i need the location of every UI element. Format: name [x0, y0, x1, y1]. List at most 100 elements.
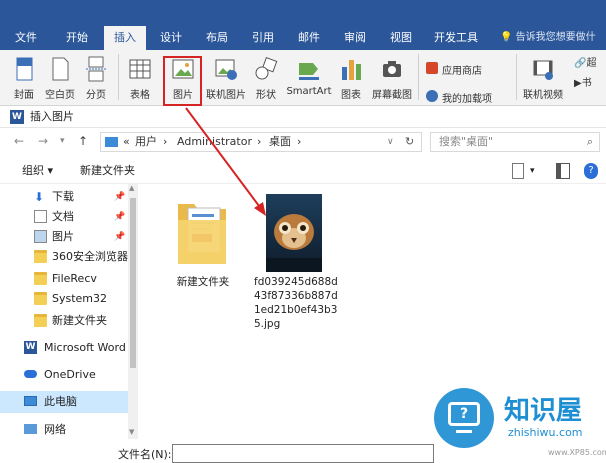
file-name-label: 文件名(N):	[118, 448, 172, 461]
large-folder-icon	[178, 204, 226, 264]
nav-item-new-folder[interactable]: 新建文件夹	[0, 310, 128, 332]
tab-home[interactable]: 开始	[54, 26, 100, 50]
pin-icon[interactable]: 📌	[114, 226, 125, 248]
pin-icon[interactable]: 📌	[114, 186, 125, 208]
nav-item-360-browser[interactable]: 360安全浏览器下	[0, 246, 128, 268]
tab-layout[interactable]: 布局	[196, 26, 238, 50]
shapes-button[interactable]: 形状	[248, 50, 284, 102]
shapes-icon	[255, 57, 278, 80]
folder-icon	[34, 272, 47, 285]
link-button[interactable]: 🔗超	[574, 54, 606, 72]
tab-insert[interactable]: 插入	[104, 26, 146, 51]
nav-item-microsoft-word[interactable]: W Microsoft Word	[0, 337, 128, 359]
breadcrumb-desktop[interactable]: 桌面	[269, 133, 291, 151]
breadcrumb-separator: ›	[163, 135, 168, 148]
recent-dropdown-icon[interactable]: ▾	[60, 136, 65, 146]
nav-item-filerecv[interactable]: FileRecv	[0, 268, 128, 290]
nav-item-network[interactable]: 网络	[0, 419, 128, 441]
breadcrumb-users[interactable]: 用户	[135, 133, 157, 151]
this-pc-icon	[24, 396, 37, 406]
cover-page-button[interactable]: 封面	[4, 50, 44, 102]
breadcrumb-separator: ›	[297, 135, 302, 148]
refresh-icon[interactable]: ↻	[405, 133, 414, 151]
search-box[interactable]: 搜索"桌面" ⌕	[430, 132, 600, 152]
tab-mailings[interactable]: 邮件	[288, 26, 330, 50]
nav-item-system32[interactable]: System32	[0, 288, 128, 310]
tell-me-box[interactable]: 💡 告诉我您想要做什	[500, 26, 596, 50]
dialog-title: 插入图片	[30, 110, 74, 123]
address-row: ← → ▾ ↑ « 用户 › Administrator › 桌面 › ∨ ↻ …	[0, 128, 606, 156]
tab-review[interactable]: 审阅	[334, 26, 376, 50]
blank-page-button[interactable]: 空白页	[40, 50, 80, 102]
preview-pane-icon[interactable]	[556, 163, 570, 179]
watermark-en: zhishiwu.com	[508, 426, 583, 439]
nav-item-documents[interactable]: 文档 📌	[0, 206, 128, 228]
download-icon: ⬇	[34, 190, 45, 204]
store-button[interactable]: 应用商店	[422, 60, 488, 84]
word-window: 文件 开始 插入 设计 布局 引用 邮件 审阅 视图 开发工具 💡 告诉我您想要…	[0, 0, 606, 463]
up-arrow-icon[interactable]: ↑	[78, 134, 88, 148]
folder-icon	[34, 292, 47, 305]
table-icon	[129, 59, 151, 79]
table-button[interactable]: 表格	[120, 50, 160, 102]
screenshot-button[interactable]: 屏幕截图	[368, 50, 416, 102]
new-folder-button[interactable]: 新建文件夹	[80, 158, 135, 184]
forward-arrow-icon[interactable]: →	[38, 134, 48, 148]
ribbon-separator	[418, 54, 419, 100]
file-item-new-folder[interactable]: 新建文件夹	[168, 196, 238, 292]
nav-item-onedrive[interactable]: OneDrive	[0, 364, 128, 386]
nav-item-downloads[interactable]: ⬇ 下载 📌	[0, 186, 128, 208]
address-dropdown-icon[interactable]: ∨	[387, 133, 394, 151]
help-icon[interactable]: ?	[584, 163, 598, 179]
view-options-icon[interactable]	[512, 163, 524, 179]
smartart-icon	[299, 63, 319, 80]
online-video-icon	[533, 60, 553, 80]
tab-view[interactable]: 视图	[380, 26, 422, 50]
ribbon-insert: 封面 空白页 分页 表格 图片 联机图片 形状 SmartArt 图表 屏幕截图…	[0, 50, 606, 106]
blank-page-icon	[52, 57, 69, 81]
breadcrumb-administrator[interactable]: Administrator	[177, 133, 252, 151]
page-break-button[interactable]: 分页	[76, 50, 116, 102]
addins-icon	[426, 90, 438, 102]
tab-references[interactable]: 引用	[242, 26, 284, 50]
search-input[interactable]: 搜索"桌面"	[439, 133, 493, 151]
online-picture-icon	[215, 59, 237, 80]
scroll-up-icon[interactable]: ▲	[129, 184, 134, 192]
nav-item-pictures[interactable]: 图片 📌	[0, 226, 128, 248]
tab-design[interactable]: 设计	[150, 26, 192, 50]
organize-menu[interactable]: 组织 ▾	[22, 158, 53, 184]
ribbon-separator	[118, 54, 119, 100]
navigation-pane: ⬇ 下载 📌 文档 📌 图片 📌 360安全浏览器下 FileRecv Syst…	[0, 184, 140, 444]
pin-icon[interactable]: 📌	[114, 206, 125, 228]
file-name-line: 43f87336b887d	[254, 290, 338, 302]
cover-page-icon	[16, 57, 33, 81]
back-arrow-icon[interactable]: ←	[14, 134, 24, 148]
file-name-input[interactable]	[172, 444, 434, 463]
page-break-icon	[86, 56, 106, 82]
file-item-jpg[interactable]: fd039245d688d 43f87336b887d 1ed21b0ef43b…	[252, 192, 348, 342]
bookmark-button[interactable]: ▶书	[574, 74, 606, 92]
online-picture-button[interactable]: 联机图片	[204, 50, 248, 102]
smartart-button[interactable]: SmartArt	[284, 50, 334, 102]
tab-file[interactable]: 文件	[4, 26, 48, 50]
file-name-line: 5.jpg	[254, 318, 281, 330]
address-bar[interactable]: « 用户 › Administrator › 桌面 › ∨ ↻	[100, 132, 422, 152]
watermark-corner: www.XP85.com	[548, 448, 606, 457]
file-name-line: fd039245d688d	[254, 276, 338, 288]
online-video-button[interactable]: 联机视频	[520, 50, 566, 102]
view-dropdown-icon[interactable]: ▾	[530, 158, 535, 184]
chart-icon	[342, 60, 361, 80]
nav-item-this-pc[interactable]: 此电脑	[0, 391, 128, 413]
computer-icon	[105, 137, 118, 147]
scroll-down-icon[interactable]: ▼	[129, 428, 134, 436]
insert-picture-dialog-title: W 插入图片	[0, 106, 606, 128]
scrollbar-thumb[interactable]	[130, 198, 136, 368]
folder-icon	[34, 314, 47, 327]
chart-button[interactable]: 图表	[336, 50, 366, 102]
breadcrumb-overflow[interactable]: «	[123, 133, 130, 151]
file-name: 新建文件夹	[176, 276, 230, 288]
ribbon-separator	[516, 54, 517, 100]
nav-scrollbar[interactable]: ▲ ▼	[128, 184, 138, 439]
my-addins-button[interactable]: 我的加载项	[422, 88, 512, 104]
tab-developer[interactable]: 开发工具	[428, 26, 484, 50]
